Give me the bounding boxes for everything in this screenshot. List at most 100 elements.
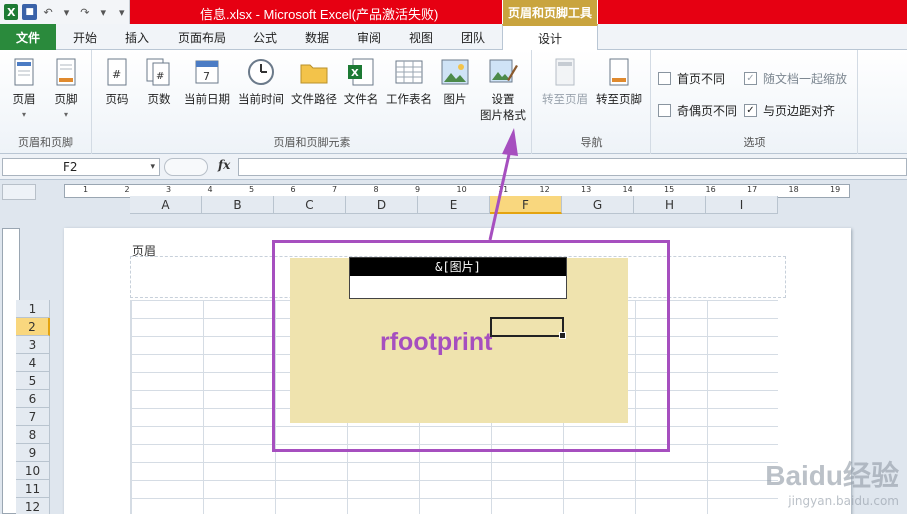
ruler-number: 5: [249, 185, 255, 194]
svg-text:X: X: [351, 68, 359, 79]
formula-bar-expander[interactable]: [164, 158, 208, 176]
option-different-first-page[interactable]: 首页不同: [658, 70, 725, 87]
row-header-1[interactable]: 1: [16, 300, 50, 318]
column-header-g[interactable]: G: [562, 196, 634, 214]
column-header-a[interactable]: A: [130, 196, 202, 214]
undo-dropdown-icon[interactable]: ▾: [59, 4, 73, 20]
goto-footer-label: 转至页脚: [596, 92, 642, 106]
undo-icon[interactable]: ↶: [41, 4, 55, 20]
customize-toolbar-icon[interactable]: ▾: [115, 4, 129, 20]
group-options: 首页不同 奇偶页不同 ✓ 随文档一起缩放 ✓ 与页边距对齐 选项: [652, 50, 858, 154]
tab-home[interactable]: 开始: [62, 24, 108, 50]
excel-logo-icon[interactable]: X: [4, 4, 19, 20]
current-time-button[interactable]: 当前时间: [235, 56, 287, 107]
tab-file[interactable]: 文件: [0, 24, 56, 50]
row-header-8[interactable]: 8: [16, 426, 50, 444]
picture-label: 图片: [443, 92, 467, 106]
ruler-number: 10: [456, 185, 467, 194]
ruler-number: 15: [664, 185, 675, 194]
ruler-corner: [2, 184, 36, 200]
group-label-navigation: 导航: [580, 136, 603, 149]
column-header-h[interactable]: H: [634, 196, 706, 214]
page-number-button[interactable]: # 页码: [99, 56, 135, 107]
page-count-label: 页数: [147, 92, 171, 106]
page-number-icon: #: [107, 58, 127, 86]
ruler-number: 3: [166, 185, 172, 194]
row-header-12[interactable]: 12: [16, 498, 50, 514]
formula-input[interactable]: [238, 158, 907, 176]
format-picture-icon: [489, 59, 518, 83]
file-path-label: 文件路径: [291, 92, 337, 106]
option-different-odd-even[interactable]: 奇偶页不同: [658, 102, 737, 119]
ruler-number: 14: [622, 185, 633, 194]
sheet-name-button[interactable]: 工作表名: [383, 56, 435, 107]
ribbon-tab-strip: 文件 开始 插入 页面布局 公式 数据 审阅 视图 团队 设计: [0, 24, 907, 51]
goto-footer-button[interactable]: 转至页脚: [591, 56, 647, 107]
row-header-2[interactable]: 2: [16, 318, 50, 336]
tab-data[interactable]: 数据: [294, 24, 340, 50]
tab-view[interactable]: 视图: [398, 24, 444, 50]
row-header-7[interactable]: 7: [16, 408, 50, 426]
option-scale-with-document[interactable]: ✓ 随文档一起缩放: [744, 70, 847, 87]
checkbox-different-first-page[interactable]: [658, 72, 671, 85]
row-header-9[interactable]: 9: [16, 444, 50, 462]
checkbox-different-odd-even[interactable]: [658, 104, 671, 117]
save-icon[interactable]: ■: [22, 4, 37, 20]
header-button-label: 页眉: [12, 92, 36, 106]
insert-function-icon[interactable]: fx: [218, 158, 230, 172]
picture-button[interactable]: 图片: [437, 56, 473, 107]
current-date-button[interactable]: 7 当前日期: [181, 56, 233, 107]
folder-icon: [300, 64, 328, 84]
row-header-11[interactable]: 11: [16, 480, 50, 498]
file-name-button[interactable]: X 文件名: [341, 56, 381, 107]
column-header-b[interactable]: B: [202, 196, 274, 214]
row-header-5[interactable]: 5: [16, 372, 50, 390]
column-header-c[interactable]: C: [274, 196, 346, 214]
ruler-number: 7: [332, 185, 338, 194]
column-header-f[interactable]: F: [490, 196, 562, 214]
checkbox-align-with-margins[interactable]: ✓: [744, 104, 757, 117]
redo-dropdown-icon[interactable]: ▾: [96, 4, 110, 20]
ruler-number: 2: [124, 185, 130, 194]
quick-access-toolbar: X ■ ↶ ▾ ↷ ▾ ▾: [0, 0, 130, 24]
tab-formulas[interactable]: 公式: [242, 24, 288, 50]
column-header-d[interactable]: D: [346, 196, 418, 214]
column-header-i[interactable]: I: [706, 196, 778, 214]
tab-design[interactable]: 设计: [502, 24, 598, 51]
format-picture-label-line2: 图片格式: [480, 108, 526, 122]
goto-header-label: 转至页眉: [542, 92, 588, 106]
tab-insert[interactable]: 插入: [114, 24, 160, 50]
group-navigation: 转至页眉 转至页脚 导航: [533, 50, 651, 154]
annotation-highlight-frame: [272, 240, 670, 452]
row-header-10[interactable]: 10: [16, 462, 50, 480]
tab-review[interactable]: 审阅: [346, 24, 392, 50]
baidu-brand: Baidu经验: [765, 460, 899, 491]
ribbon: 页眉 ▾ 页脚 ▾ 页眉和页脚 # 页码 # 页数 7 当前日期 当前时间 文件…: [0, 50, 907, 154]
ruler-number: 1: [83, 185, 89, 194]
checkbox-scale-with-document[interactable]: ✓: [744, 72, 757, 85]
tab-team[interactable]: 团队: [450, 24, 496, 50]
page-number-label: 页码: [105, 92, 129, 106]
chevron-down-icon[interactable]: ▾: [150, 159, 155, 175]
footer-button[interactable]: 页脚 ▾: [48, 56, 84, 123]
column-header-e[interactable]: E: [418, 196, 490, 214]
header-button[interactable]: 页眉 ▾: [6, 56, 42, 123]
redo-icon[interactable]: ↷: [78, 4, 92, 20]
current-date-label: 当前日期: [184, 92, 230, 106]
current-time-label: 当前时间: [238, 92, 284, 106]
page-count-button[interactable]: # 页数: [141, 56, 177, 107]
picture-icon: [441, 59, 469, 85]
ruler-number: 12: [539, 185, 550, 194]
goto-header-button[interactable]: 转至页眉: [537, 56, 593, 107]
name-box[interactable]: F2 ▾: [2, 158, 160, 176]
title-bar: [0, 0, 907, 24]
format-picture-button[interactable]: 设置 图片格式: [477, 56, 529, 123]
file-path-button[interactable]: 文件路径: [289, 56, 339, 107]
row-headers: 1 2 3 4 5 6 7 8 9 10 11 12: [16, 300, 50, 514]
row-header-6[interactable]: 6: [16, 390, 50, 408]
option-align-with-margins[interactable]: ✓ 与页边距对齐: [744, 102, 835, 119]
tab-page-layout[interactable]: 页面布局: [170, 24, 234, 50]
row-header-4[interactable]: 4: [16, 354, 50, 372]
row-header-3[interactable]: 3: [16, 336, 50, 354]
ruler-number: 16: [705, 185, 716, 194]
